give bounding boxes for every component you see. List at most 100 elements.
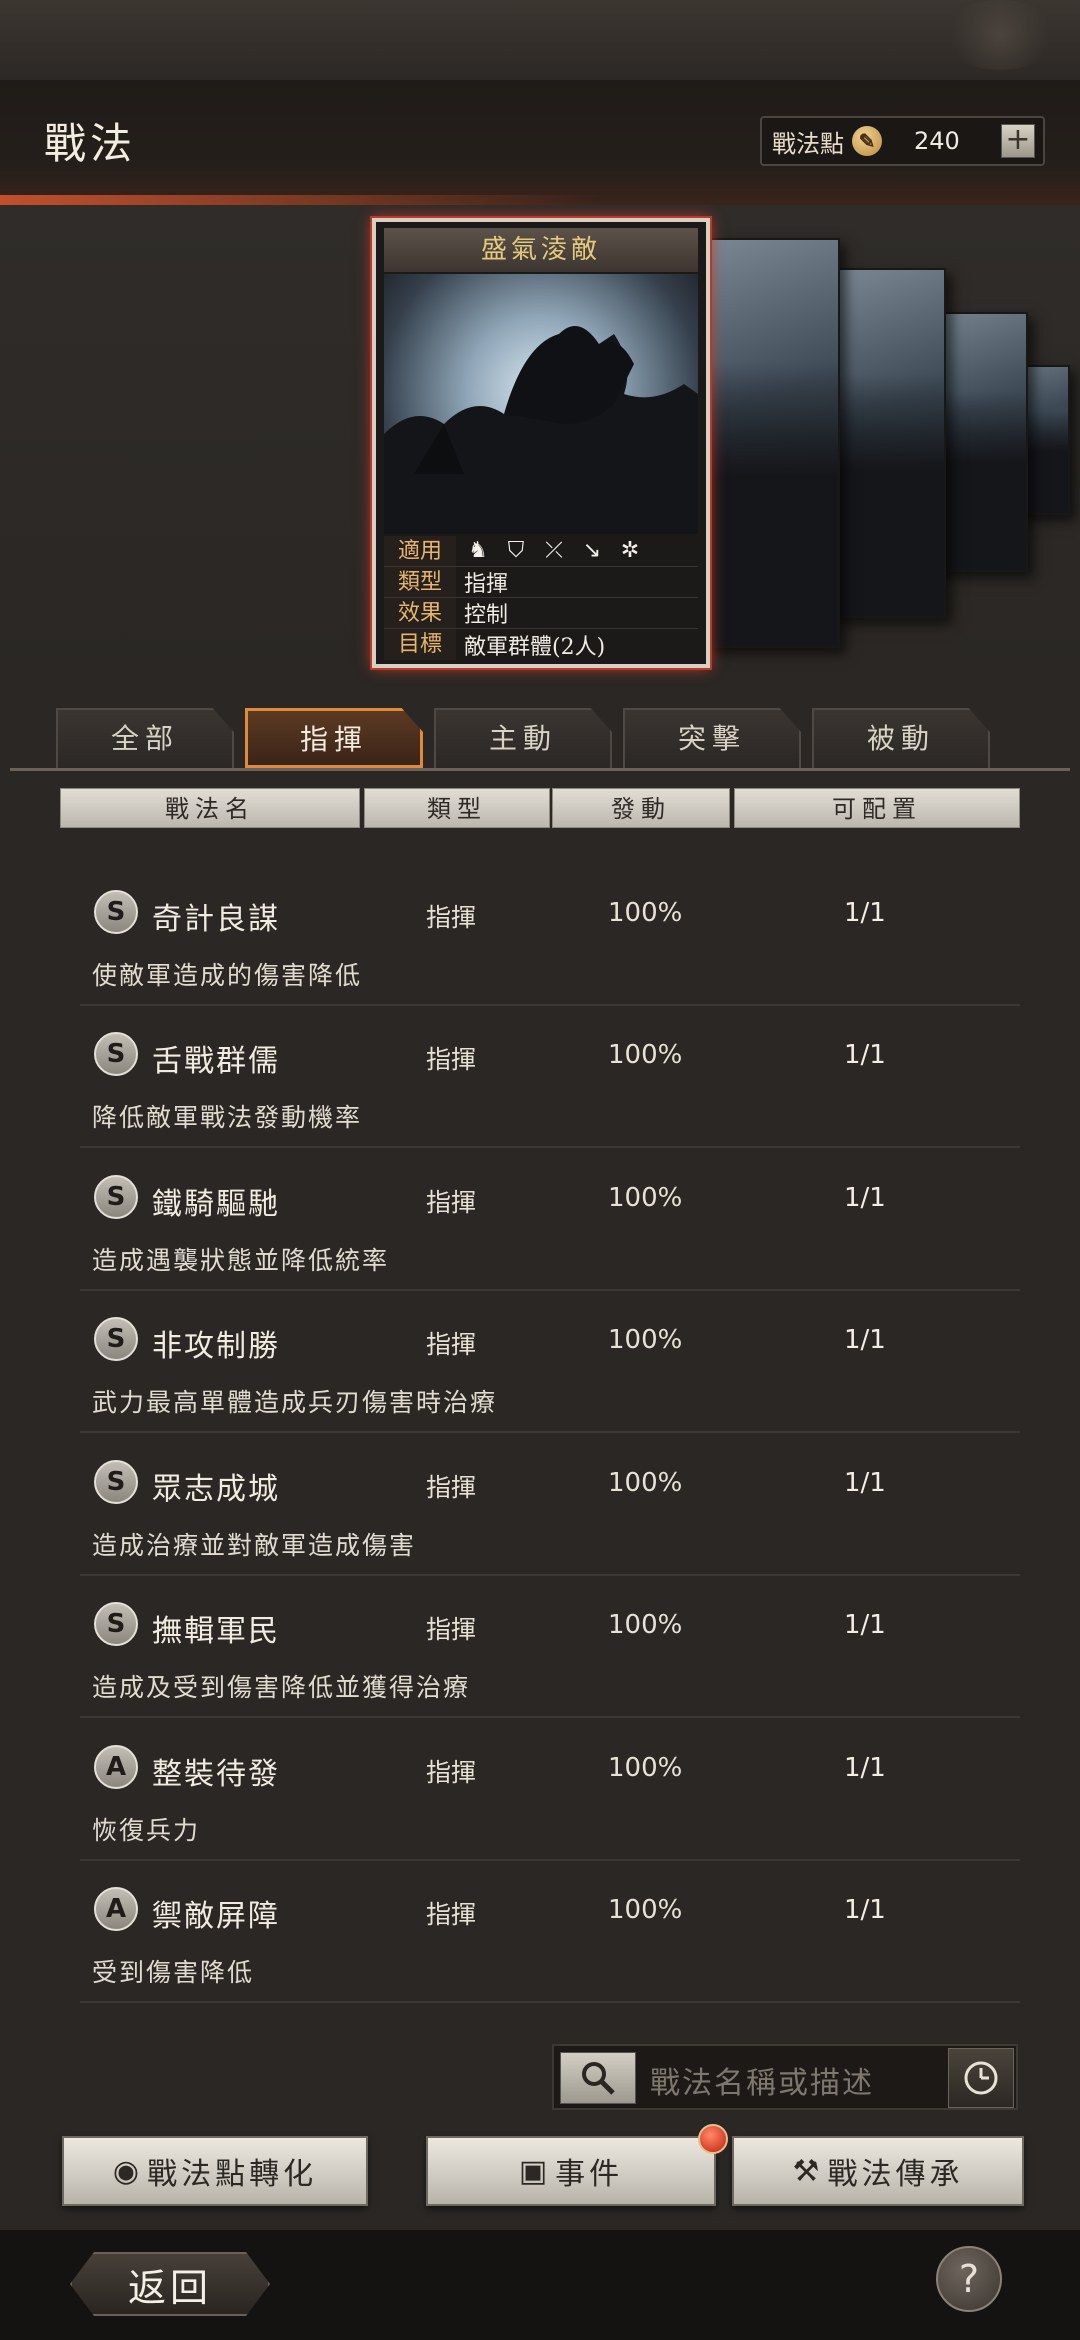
tactic-availability: 1/1: [844, 898, 886, 928]
add-points-button[interactable]: +: [1001, 124, 1035, 158]
notification-badge: [698, 2124, 728, 2154]
tactic-type: 指揮: [426, 1330, 477, 1359]
grade-badge: S: [94, 1032, 138, 1076]
card-info-row-type: 類型 指揮: [384, 567, 698, 598]
convert-points-button[interactable]: ◉ 戰法點轉化: [62, 2136, 368, 2206]
search-bar[interactable]: 戰法名稱或描述: [552, 2044, 1018, 2110]
tactic-row[interactable]: S 眾志成城 指揮 100% 1/1 造成治療並對敵軍造成傷害: [80, 1438, 1020, 1576]
tactic-row[interactable]: S 鐵騎驅馳 指揮 100% 1/1 造成遇襲狀態並降低統率: [80, 1153, 1020, 1291]
tactic-type: 指揮: [426, 1758, 477, 1787]
card-info-key: 類型: [384, 567, 456, 597]
tactic-row[interactable]: S 舌戰群儒 指揮 100% 1/1 降低敵軍戰法發動機率: [80, 1010, 1020, 1148]
search-input[interactable]: 戰法名稱或描述: [650, 2058, 874, 2102]
column-header-available[interactable]: 可配置: [734, 788, 1020, 828]
grade-badge: S: [94, 1602, 138, 1646]
tactic-description: 造成及受到傷害降低並獲得治療: [92, 1673, 471, 1702]
inherit-tactic-label: 戰法傳承: [827, 2157, 964, 2192]
tactic-description: 武力最高單體造成兵刃傷害時治療: [92, 1388, 498, 1417]
tactic-trigger-rate: 100%: [608, 1040, 683, 1070]
selected-tactic-card[interactable]: 盛氣淩敵 適用 ♞ ⛉ ⤫ ↘ ✲ 類型 指揮 效果 控制 目標 敵軍群體(2人…: [372, 218, 710, 668]
tactic-point-coin-icon: ✎: [852, 126, 882, 156]
tactic-type: 指揮: [426, 1473, 477, 1502]
help-button[interactable]: ?: [936, 2246, 1002, 2312]
tactic-row[interactable]: S 撫輯軍民 指揮 100% 1/1 造成及受到傷害降低並獲得治療: [80, 1580, 1020, 1718]
events-button[interactable]: ▣ 事件: [426, 2136, 716, 2206]
tactic-availability: 1/1: [844, 1895, 886, 1925]
tactic-description: 使敵軍造成的傷害降低: [92, 961, 363, 990]
tactic-name: 舌戰群儒: [152, 1044, 280, 1079]
card-info-key: 效果: [384, 598, 456, 628]
convert-points-label: 戰法點轉化: [147, 2157, 318, 2192]
tactic-row[interactable]: A 整裝待發 指揮 100% 1/1 恢復兵力: [80, 1723, 1020, 1861]
tactic-trigger-rate: 100%: [608, 1753, 683, 1783]
tab-command[interactable]: 指揮: [245, 708, 423, 768]
tactic-list[interactable]: S 奇計良謀 指揮 100% 1/1 使敵軍造成的傷害降低 S 舌戰群儒 指揮 …: [10, 860, 1070, 2010]
tactic-description: 造成治療並對敵軍造成傷害: [92, 1531, 417, 1560]
card-info-key: 適用: [384, 536, 456, 566]
tactic-name: 撫輯軍民: [152, 1614, 280, 1649]
tactic-card-back[interactable]: [700, 238, 840, 648]
grade-badge: S: [94, 1175, 138, 1219]
tactic-points-label: 戰法點: [772, 129, 844, 158]
back-button[interactable]: 返回: [70, 2252, 270, 2316]
card-info-panel: 適用 ♞ ⛉ ⤫ ↘ ✲ 類型 指揮 效果 控制 目標 敵軍群體(2人): [384, 536, 698, 660]
card-info-row-applicable: 適用 ♞ ⛉ ⤫ ↘ ✲: [384, 536, 698, 567]
tactic-name: 奇計良謀: [152, 902, 280, 937]
card-info-key: 目標: [384, 629, 456, 660]
tactic-points-display: 戰法點 ✎ 240 +: [760, 116, 1045, 166]
tactic-availability: 1/1: [844, 1040, 886, 1070]
tab-all[interactable]: 全部: [56, 708, 234, 768]
grade-badge: A: [94, 1887, 138, 1931]
card-artwork: [384, 274, 698, 534]
tactic-name: 鐵騎驅馳: [152, 1187, 280, 1222]
tactic-availability: 1/1: [844, 1468, 886, 1498]
tactic-type: 指揮: [426, 1900, 477, 1929]
search-icon: [582, 2062, 615, 2095]
tactic-type: 指揮: [426, 1045, 477, 1074]
tab-active[interactable]: 主動: [434, 708, 612, 768]
grade-badge: S: [94, 1460, 138, 1504]
tactic-trigger-rate: 100%: [608, 1895, 683, 1925]
events-label: 事件: [555, 2157, 624, 2192]
grade-badge: S: [94, 1317, 138, 1361]
tactic-row[interactable]: A 禦敵屏障 指揮 100% 1/1 受到傷害降低: [80, 1865, 1020, 2003]
column-header-type[interactable]: 類型: [364, 788, 550, 828]
tab-assault[interactable]: 突擊: [623, 708, 801, 768]
card-info-row-effect: 效果 控制: [384, 598, 698, 629]
column-header-name[interactable]: 戰法名: [60, 788, 360, 828]
cavalry-icon: ♞: [468, 538, 488, 563]
tactic-name: 禦敵屏障: [152, 1899, 280, 1934]
grade-badge: A: [94, 1745, 138, 1789]
tactic-trigger-rate: 100%: [608, 1325, 683, 1355]
history-button[interactable]: [948, 2048, 1014, 2108]
tactic-type: 指揮: [426, 903, 477, 932]
tactic-availability: 1/1: [844, 1753, 886, 1783]
card-info-value: 敵軍群體(2人): [464, 634, 606, 660]
tactic-card-back[interactable]: [828, 268, 946, 618]
scroll-alert-icon: ▣: [518, 2153, 552, 2189]
inherit-tactic-button[interactable]: ⚒ 戰法傳承: [732, 2136, 1024, 2206]
tactic-category-tabs: 全部 指揮 主動 突擊 被動: [0, 700, 1080, 772]
tactic-type: 指揮: [426, 1188, 477, 1217]
tactic-description: 降低敵軍戰法發動機率: [92, 1103, 363, 1132]
tab-passive[interactable]: 被動: [812, 708, 990, 768]
top-banner: [0, 0, 1080, 80]
tactic-row[interactable]: S 非攻制勝 指揮 100% 1/1 武力最高單體造成兵刃傷害時治療: [80, 1295, 1020, 1433]
bow-icon: ⤫: [545, 538, 563, 563]
tactic-points-value: 240: [914, 127, 960, 155]
tactic-name: 非攻制勝: [152, 1329, 280, 1364]
column-header-trigger[interactable]: 發動: [552, 788, 730, 828]
search-button[interactable]: [560, 2052, 636, 2104]
tactic-type: 指揮: [426, 1615, 477, 1644]
tactic-availability: 1/1: [844, 1325, 886, 1355]
tactic-trigger-rate: 100%: [608, 1610, 683, 1640]
tactic-description: 恢復兵力: [92, 1816, 201, 1845]
card-info-row-target: 目標 敵軍群體(2人): [384, 629, 698, 660]
back-label: 返回: [127, 2265, 212, 2310]
tactic-row[interactable]: S 奇計良謀 指揮 100% 1/1 使敵軍造成的傷害降低: [80, 868, 1020, 1006]
hammer-icon: ⚒: [792, 2153, 824, 2189]
tactic-trigger-rate: 100%: [608, 1183, 683, 1213]
tactic-description: 造成遇襲狀態並降低統率: [92, 1246, 390, 1275]
card-info-value: 指揮: [464, 572, 509, 597]
spear-icon: ↘: [582, 538, 602, 563]
